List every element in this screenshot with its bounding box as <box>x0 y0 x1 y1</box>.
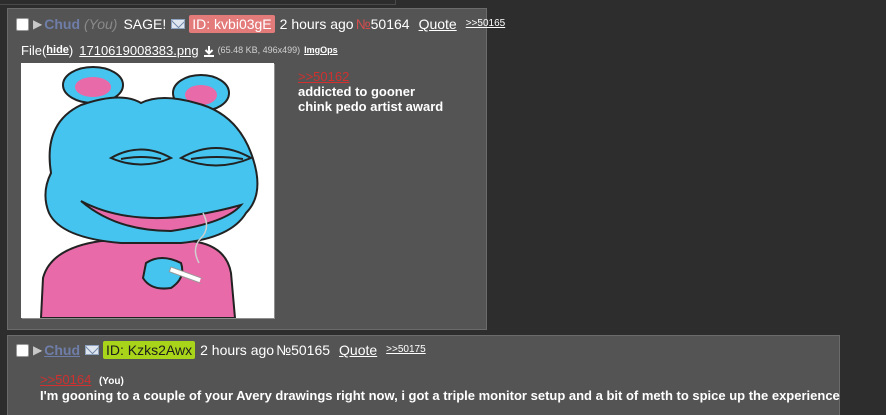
poster-name[interactable]: Chud <box>44 341 80 359</box>
select-post-checkbox[interactable] <box>16 17 29 31</box>
post-subject: SAGE! <box>123 16 167 32</box>
paren-close: ) <box>68 43 74 58</box>
post-number-prefix[interactable]: № <box>276 341 291 359</box>
file-name-link[interactable]: 1710619008383.png <box>79 42 198 59</box>
poster-id-badge[interactable]: ID: Kzks2Awx <box>103 341 196 359</box>
post-line: I'm gooning to a couple of your Avery dr… <box>40 388 840 403</box>
quote-reference[interactable]: >>50164 <box>40 372 91 387</box>
post-line: chink pedo artist award <box>298 99 444 114</box>
hide-file-link[interactable]: hide <box>46 42 69 59</box>
post-time: 2 hours ago <box>279 16 354 32</box>
you-marker: (You) <box>98 376 124 387</box>
post-number-prefix[interactable]: № <box>356 15 371 33</box>
post-thumbnail[interactable] <box>21 63 274 318</box>
poster-id-badge[interactable]: ID: kvbi03gE <box>189 15 275 33</box>
reply-post: ▶ Chud (You) SAGE! ID: kvbi03gE 2 hours … <box>7 8 505 330</box>
select-post-checkbox[interactable] <box>16 343 29 357</box>
download-icon[interactable] <box>203 45 215 57</box>
file-meta: (65.48 KB, 496x499) <box>217 45 301 55</box>
triangle-right-icon[interactable]: ▶ <box>33 15 42 33</box>
frog-drawing <box>39 66 259 318</box>
post-number[interactable]: 50164 <box>371 15 410 33</box>
reply-post: ▶ Chud ID: Kzks2Awx 2 hours ago № 50165 … <box>7 335 840 415</box>
post-time: 2 hours ago <box>200 342 275 358</box>
file-label: File <box>21 43 42 58</box>
post-body: >>50162 addicted to gooner chink pedo ar… <box>298 69 443 114</box>
imgops-link[interactable]: ImgOps <box>304 42 338 59</box>
previous-post-edge <box>0 0 396 5</box>
post-number[interactable]: 50165 <box>291 341 330 359</box>
envelope-icon[interactable] <box>85 345 99 355</box>
quote-link[interactable]: Quote <box>339 341 377 359</box>
triangle-right-icon[interactable]: ▶ <box>33 341 42 359</box>
you-marker: (You) <box>84 16 118 32</box>
post-header: ▶ Chud (You) SAGE! ID: kvbi03gE 2 hours … <box>16 15 505 33</box>
poster-name: Chud <box>44 16 80 32</box>
quote-reference[interactable]: >>50162 <box>298 69 349 84</box>
file-info: File ( hide ) 1710619008383.png (65.48 K… <box>21 42 338 59</box>
post-header: ▶ Chud ID: Kzks2Awx 2 hours ago № 50165 … <box>16 341 426 359</box>
backlink[interactable]: >>50175 <box>386 341 426 359</box>
quote-link[interactable]: Quote <box>419 15 457 33</box>
post-body: >>50164 (You) I'm gooning to a couple of… <box>40 373 840 403</box>
post-line: addicted to gooner <box>298 84 415 99</box>
envelope-icon[interactable] <box>171 19 186 29</box>
backlink[interactable]: >>50165 <box>466 15 506 33</box>
